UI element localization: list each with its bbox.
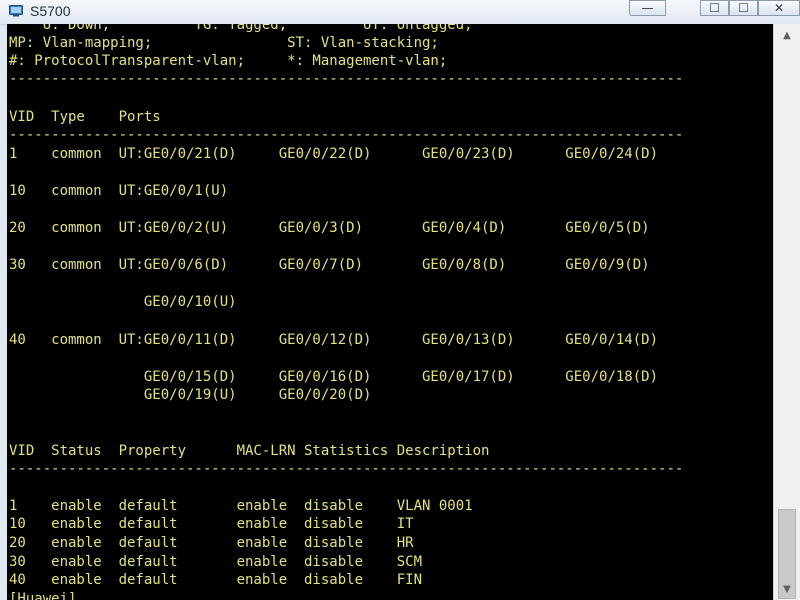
scroll-down-arrow-icon[interactable]: ▼ <box>778 582 796 598</box>
terminal-output[interactable]: U: Down; TG: Tagged; UT: Untagged; MP: V… <box>7 24 773 600</box>
window-title: S5700 <box>30 3 71 19</box>
status-table-row: 10 enable default enable disable IT <box>9 516 414 532</box>
port-table-row: 40 common UT:GE0/0/11(D) GE0/0/12(D) GE0… <box>9 332 659 348</box>
port-table-row: 20 common UT:GE0/0/2(U) GE0/0/3(D) GE0/0… <box>9 220 650 236</box>
port-table-row: GE0/0/19(U) GE0/0/20(D) <box>9 387 372 403</box>
terminal-app-icon <box>9 5 23 17</box>
terminal-separator: ----------------------------------------… <box>9 71 684 87</box>
terminal-separator: ----------------------------------------… <box>9 461 684 477</box>
terminal-line-legend-3: #: ProtocolTransparent-vlan; *: Manageme… <box>9 53 448 69</box>
status-table-header: VID Status Property MAC-LRN Statistics D… <box>9 443 490 459</box>
close-button[interactable]: ✕ <box>758 0 800 16</box>
status-table-row: 40 enable default enable disable FIN <box>9 572 423 588</box>
port-table-row: 30 common UT:GE0/0/6(D) GE0/0/7(D) GE0/0… <box>9 257 650 273</box>
command-prompt[interactable]: [Huawei] <box>9 590 76 600</box>
terminal-separator: ----------------------------------------… <box>9 127 684 143</box>
terminal-window: S5700 — ☐ ☐ ✕ U: Down; TG: Tagged; UT: U… <box>0 0 800 600</box>
terminal-line-legend-2: MP: Vlan-mapping; ST: Vlan-stacking; <box>9 35 439 51</box>
terminal-line-legend-1: U: Down; TG: Tagged; UT: Untagged; <box>9 24 473 33</box>
status-table-row: 20 enable default enable disable HR <box>9 535 414 551</box>
port-table-row: 1 common UT:GE0/0/21(D) GE0/0/22(D) GE0/… <box>9 146 659 162</box>
port-table-row: 10 common UT:GE0/0/1(U) <box>9 183 229 199</box>
title-bar[interactable]: S5700 — ☐ ☐ ✕ <box>0 0 800 25</box>
port-table-row: GE0/0/10(U) <box>9 294 237 310</box>
vertical-scrollbar[interactable]: ▲ ▼ <box>773 24 800 600</box>
minimize-button[interactable]: — <box>629 0 666 16</box>
port-table-header: VID Type Ports <box>9 109 161 125</box>
port-table-row: GE0/0/15(D) GE0/0/16(D) GE0/0/17(D) GE0/… <box>9 369 659 385</box>
status-table-row: 30 enable default enable disable SCM <box>9 554 423 570</box>
restore-button[interactable]: ☐ <box>700 0 729 16</box>
maximize-button[interactable]: ☐ <box>729 0 758 16</box>
status-table-row: 1 enable default enable disable VLAN 000… <box>9 498 473 514</box>
scroll-up-arrow-icon[interactable]: ▲ <box>778 28 796 44</box>
